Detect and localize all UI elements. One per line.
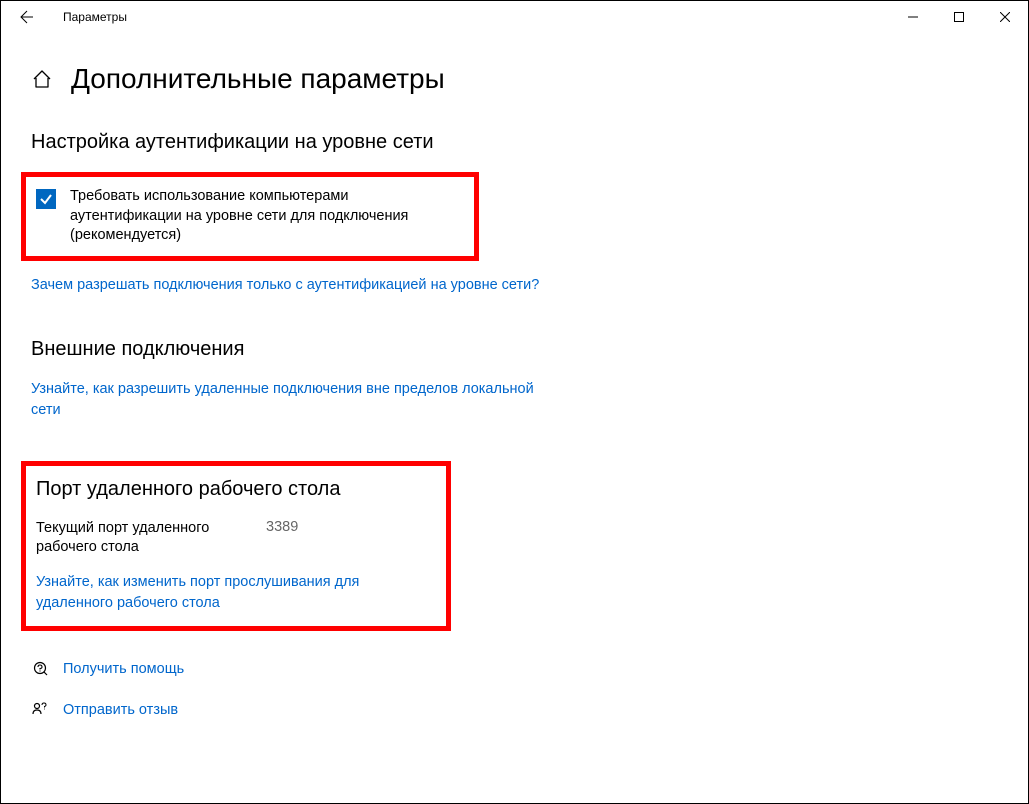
footer-links: Получить помощь Отправить отзыв [31,659,998,721]
maximize-icon [954,12,964,22]
get-help-link[interactable]: Получить помощь [63,659,184,680]
external-help-link[interactable]: Узнайте, как разрешить удаленные подключ… [31,379,561,421]
close-icon [1000,12,1010,22]
highlight-box-nla: Требовать использование компьютерами аут… [21,172,479,261]
feedback-row: Отправить отзыв [31,700,998,721]
home-icon [31,68,53,90]
external-connections-section: Внешние подключения Узнайте, как разреши… [31,338,561,421]
port-row: Текущий порт удаленного рабочего стола 3… [36,519,436,558]
port-help-link[interactable]: Узнайте, как изменить порт прослушивания… [36,572,436,614]
checkmark-icon [39,192,53,206]
back-button[interactable] [11,1,43,33]
minimize-button[interactable] [890,1,936,33]
port-value: 3389 [266,519,298,558]
nla-checkbox-row: Требовать использование компьютерами аут… [36,187,464,246]
minimize-icon [908,12,918,22]
nla-checkbox-label: Требовать использование компьютерами аут… [70,187,464,246]
highlight-box-port: Порт удаленного рабочего стола Текущий п… [21,461,451,631]
window-controls [890,1,1028,33]
help-icon [31,660,49,678]
page-title: Дополнительные параметры [71,63,445,95]
external-heading: Внешние подключения [31,338,561,361]
nla-help-link[interactable]: Зачем разрешать подключения только с аут… [31,275,539,296]
maximize-button[interactable] [936,1,982,33]
feedback-icon [31,701,49,719]
home-button[interactable] [31,68,53,90]
page-header: Дополнительные параметры [31,63,998,95]
nla-checkbox[interactable] [36,189,56,209]
titlebar: Параметры [1,1,1028,33]
port-heading: Порт удаленного рабочего стола [36,478,436,501]
get-help-row: Получить помощь [31,659,998,680]
content-area: Дополнительные параметры Настройка аутен… [1,33,1028,771]
nla-section: Настройка аутентификации на уровне сети … [31,131,561,296]
port-label: Текущий порт удаленного рабочего стола [36,519,216,558]
close-button[interactable] [982,1,1028,33]
send-feedback-link[interactable]: Отправить отзыв [63,700,178,721]
window-title: Параметры [63,10,127,24]
nla-heading: Настройка аутентификации на уровне сети [31,131,561,154]
arrow-left-icon [20,10,34,24]
